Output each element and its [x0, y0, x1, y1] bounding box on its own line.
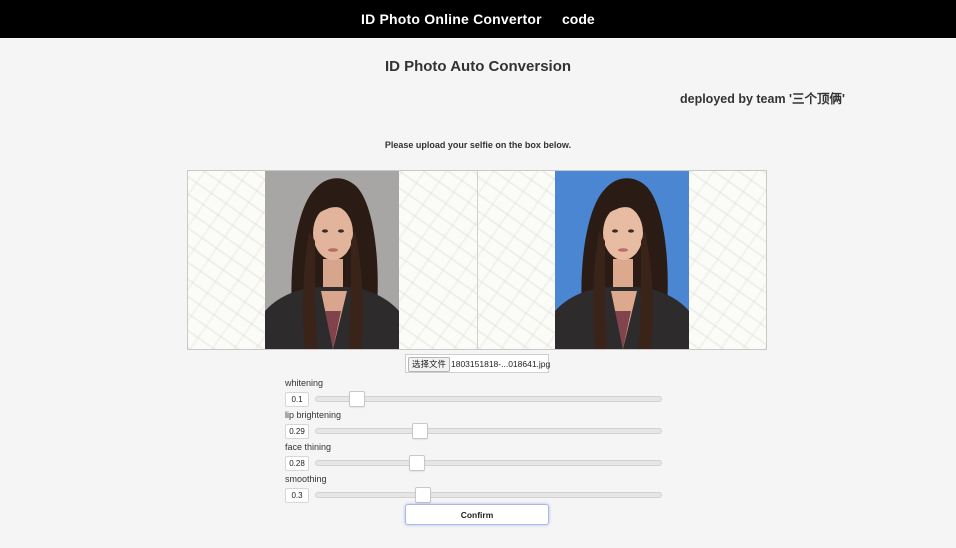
file-input[interactable]: 选择文件 1803151818-...018641.jpg: [405, 354, 551, 373]
confirm-button[interactable]: Confirm: [405, 504, 549, 525]
slider-thumb-smoothing[interactable]: [415, 487, 431, 503]
slider-value-lip-brightening: 0.29: [285, 424, 309, 439]
slider-value-face-thining: 0.28: [285, 456, 309, 471]
page-title: ID Photo Auto Conversion: [384, 58, 572, 75]
original-image-panel: [188, 171, 477, 349]
slider-label-face-thining: face thining: [285, 442, 332, 452]
slider-track-smoothing[interactable]: [315, 487, 662, 503]
slider-value-smoothing: 0.3: [285, 488, 309, 503]
slider-track-lip-brightening[interactable]: [315, 423, 662, 439]
slider-track-whitening[interactable]: [315, 391, 662, 407]
converted-portrait-image: [555, 178, 689, 349]
slider-thumb-whitening[interactable]: [349, 391, 365, 407]
slider-thumb-lip-brightening[interactable]: [412, 423, 428, 439]
slider-label-smoothing: smoothing: [285, 474, 327, 484]
slider-track-face-thining[interactable]: [315, 455, 662, 471]
top-nav-bar: ID Photo Online Convertor code: [0, 0, 956, 38]
brand-title[interactable]: ID Photo Online Convertor: [361, 11, 542, 27]
portrait-image: [265, 178, 399, 349]
code-link[interactable]: code: [562, 11, 595, 27]
slider-value-whitening: 0.1: [285, 392, 309, 407]
upload-instruction: Please upload your selfie on the box bel…: [384, 140, 572, 150]
slider-label-lip-brightening: lip brightening: [285, 410, 342, 420]
image-preview-area: [187, 170, 767, 350]
converted-photo: [555, 171, 689, 349]
deployed-by-text: deployed by team '三个顶俩': [679, 92, 845, 106]
slider-label-whitening: whitening: [285, 378, 324, 388]
choose-file-button[interactable]: 选择文件: [408, 357, 451, 372]
slider-thumb-face-thining[interactable]: [409, 455, 425, 471]
converted-image-panel: [478, 171, 766, 349]
original-photo: [265, 171, 399, 349]
selected-file-name: 1803151818-...018641.jpg: [451, 359, 551, 369]
